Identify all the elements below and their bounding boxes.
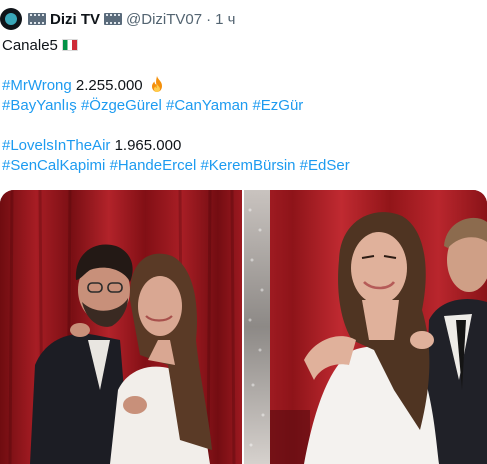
hashtag-link[interactable]: #KeremBürsin bbox=[200, 157, 295, 174]
text-line: #MrWrong 2.255.000 bbox=[2, 76, 482, 96]
tweet-card[interactable]: Dizi TV @DiziTV07 · 1 ч Canale5 #MrWrong… bbox=[0, 0, 487, 464]
film-icon bbox=[28, 13, 46, 25]
photo-left[interactable] bbox=[0, 190, 242, 464]
photo-couple-left bbox=[0, 190, 242, 464]
hashtag-link[interactable]: #ÖzgeGürel bbox=[81, 97, 162, 114]
views-count: 1.965.000 bbox=[114, 137, 182, 154]
text-line: Canale5 bbox=[2, 36, 482, 56]
text-line: #LovelsInTheAir 1.965.000 bbox=[2, 136, 482, 156]
italy-flag-icon bbox=[61, 39, 78, 51]
display-name[interactable]: Dizi TV bbox=[50, 11, 100, 28]
views-count: 2.255.000 bbox=[75, 77, 143, 94]
photo-couple-right bbox=[244, 190, 487, 464]
hashtag-link[interactable]: #MrWrong bbox=[2, 77, 72, 94]
text-line: #BayYanlış #ÖzgeGürel #CanYaman #EzGür bbox=[2, 96, 482, 116]
film-icon bbox=[104, 13, 123, 25]
hashtag-link[interactable]: #HandeErcel bbox=[110, 157, 197, 174]
text-line: #SenCalKapimi #HandeErcel #KeremBürsin #… bbox=[2, 156, 482, 176]
hashtag-link[interactable]: #CanYaman bbox=[166, 97, 248, 114]
timestamp[interactable]: 1 ч bbox=[215, 11, 235, 28]
hashtag-link[interactable]: #LovelsInTheAir bbox=[2, 137, 110, 154]
photo-right[interactable] bbox=[244, 190, 487, 464]
avatar[interactable] bbox=[0, 8, 22, 30]
hashtag-link[interactable]: #EzGür bbox=[252, 97, 303, 114]
channel-name: Canale5 bbox=[2, 37, 58, 54]
hashtag-link[interactable]: #EdSer bbox=[300, 157, 350, 174]
tweet-text: Canale5 #MrWrong 2.255.000 #BayYanlış #Ö… bbox=[2, 36, 482, 176]
tweet-header: Dizi TV @DiziTV07 · 1 ч bbox=[0, 6, 235, 32]
separator-dot: · bbox=[206, 10, 212, 28]
user-handle[interactable]: @DiziTV07 bbox=[126, 11, 202, 28]
hashtag-link[interactable]: #SenCalKapimi bbox=[2, 157, 105, 174]
media-grid bbox=[0, 190, 487, 464]
hashtag-link[interactable]: #BayYanlış bbox=[2, 97, 77, 114]
fire-icon bbox=[151, 76, 162, 92]
